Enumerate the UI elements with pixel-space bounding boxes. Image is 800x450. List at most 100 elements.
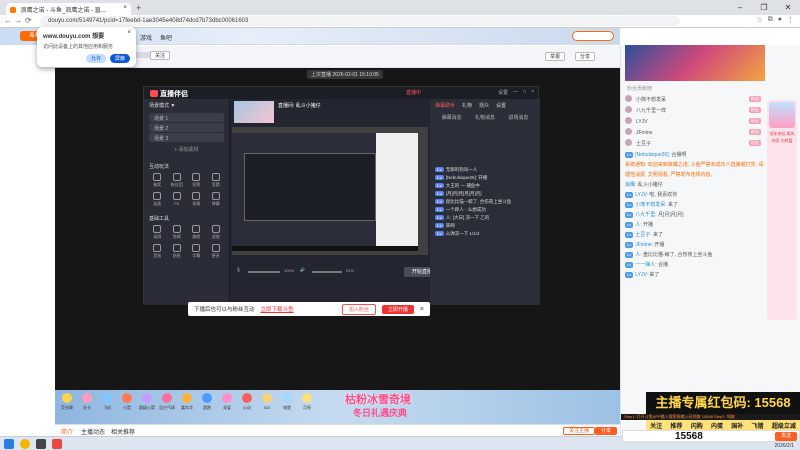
speaker-icon[interactable]: 🔊 [300,267,305,272]
tile-sticker[interactable]: 贴纸 [169,244,186,260]
tile-lottery[interactable]: 抽奖 [149,173,166,189]
popup-close-icon[interactable]: × [127,30,131,36]
rank-row[interactable]: JFmine 粉丝 [625,128,765,138]
rank-row[interactable]: LYJV 粉丝 [625,117,765,127]
follow-button-small[interactable]: 关注 [150,51,171,60]
profile-icon[interactable]: ● [778,16,782,24]
search-input[interactable] [572,31,614,41]
tab-intro[interactable]: 简介 [61,427,73,436]
extensions-icon[interactable]: ⧉ [768,16,773,24]
scene-item[interactable]: 场景 1 [149,113,224,122]
back-icon[interactable]: ← [4,16,12,25]
gift-item[interactable]: 月亮 [297,393,317,411]
gift-item[interactable]: 告白气球 [157,393,177,411]
nav-item[interactable]: 鱼吧 [160,33,172,42]
rank-row[interactable]: 八九千里一样 粉丝 [625,106,765,116]
follow-streamer-button[interactable]: 关注主播 [563,427,596,435]
room-cover-thumbnail[interactable] [234,101,274,123]
chrome-icon[interactable] [20,439,30,449]
share-button[interactable]: 分享 [575,52,596,61]
rank-row[interactable]: 小熊不想发呆 粉丝 [625,95,765,105]
gift-item[interactable]: 心动 [237,393,257,411]
reload-icon[interactable]: ⟳ [25,16,32,25]
app-close-icon[interactable]: × [531,89,534,96]
gift-item[interactable]: 荧光棒 [57,393,77,411]
tile-emoji[interactable]: 表情 [188,192,205,208]
app-maximize-icon[interactable]: □ [523,89,526,96]
block-button[interactable]: 屏蔽 [109,54,130,63]
app-settings-icon[interactable]: 设置 [498,89,508,96]
nav-item[interactable]: 游戏 [140,33,152,42]
promo-strip[interactable]: 龙年夹娃 乘风 许愿 大转盘 [767,100,797,320]
tile-clip[interactable]: 剪辑 [169,225,186,241]
share-room-button[interactable]: 分享 [595,427,618,435]
join-fans-button[interactable]: 加入粉丝 [341,303,376,315]
scene-item[interactable]: 场景 3 [149,133,224,142]
tile-vote[interactable]: 投票 [188,173,205,189]
rank-row[interactable]: 土豆子 粉丝 [625,139,765,149]
minimize-icon[interactable]: – [728,0,752,15]
video-player[interactable]: 上次直播 2026-02-01 15:10:05 直播伴侣 直播中 设置 — □… [55,68,620,390]
event-banner-subtitle[interactable]: 冬日礼遇庆典 [353,406,407,419]
app-minimize-icon[interactable]: — [513,89,518,96]
add-source-button[interactable]: + 添加素材 [144,143,229,156]
forward-icon[interactable]: → [14,16,22,25]
gift-item[interactable]: 嘉年华 [177,393,197,411]
windows-start-icon[interactable] [4,439,14,449]
tab-viewers[interactable]: 观众 [479,102,489,109]
gift-item[interactable]: 办卡 [77,393,97,411]
rank-title[interactable]: 粉丝贡献榜 [625,82,765,94]
tab-dynamics[interactable]: 主播动态 [81,427,105,436]
tile-pk[interactable]: PK [169,192,186,208]
report-button[interactable]: 举报 [545,52,566,61]
scene-item[interactable]: 场景 2 [149,123,224,132]
tab-gifts[interactable]: 礼物 [462,102,472,109]
send-button[interactable]: 发送 [775,432,797,441]
mic-slider[interactable] [248,271,280,273]
close-window-icon[interactable]: ✕ [776,0,800,15]
maximize-icon[interactable]: ❐ [752,0,776,15]
game-banner[interactable] [625,45,765,81]
notice-close-icon[interactable]: × [420,306,424,313]
tile-filter[interactable]: 滤镜 [208,225,225,241]
tab-related[interactable]: 相关推荐 [111,427,135,436]
download-link[interactable]: 立即下载斗鱼 [261,305,294,313]
speaker-slider[interactable] [312,271,342,273]
tab-danmu-assistant[interactable]: 弹幕助手 [435,102,455,109]
tile-danmu[interactable]: 弹幕 [208,192,225,208]
popup-site: www.douyu.com 想要 [43,34,105,40]
gift-item[interactable]: 520 [257,393,277,410]
app-icon[interactable] [36,439,46,449]
tile-subtitle[interactable]: 字幕 [188,244,205,260]
allow-button[interactable]: 允许 [85,54,106,63]
gift-item[interactable]: 超级火箭 [137,393,157,411]
tile-more[interactable]: 更多 [208,244,225,260]
gift-item[interactable]: 宠爱 [217,393,237,411]
douyu-app-icon[interactable] [52,439,62,449]
star-icon[interactable]: ☆ [756,16,762,24]
start-live-promo-button[interactable]: 立即开播 [381,304,414,314]
new-tab-button[interactable]: + [136,3,141,13]
menu-icon[interactable]: ⋮ [787,16,794,24]
tile-sound[interactable]: 音效 [149,244,166,260]
tile-guess[interactable]: 竞猜 [208,173,225,189]
tab-close-icon[interactable]: × [123,5,127,11]
gift-item[interactable]: 火箭 [117,393,137,411]
mic-icon[interactable]: 🎙 [236,267,241,272]
assist-tab[interactable]: 弹幕消息 [442,114,462,121]
tile-record[interactable]: 录屏 [149,225,166,241]
gift-item[interactable]: 超跑 [197,393,217,411]
assist-tab[interactable]: 进场消息 [508,114,528,121]
browser-tab[interactable]: 浪鹰之诺 - 斗鱼_浪鹰之诺 - 直... × [6,3,131,15]
event-banner-title[interactable]: 枯粉冰雪奇境 [345,394,411,406]
assist-tab[interactable]: 礼物消息 [475,114,495,121]
gift-item[interactable]: 城堡 [277,393,297,411]
scene-header[interactable]: 场景模式 ▼ [144,99,229,112]
address-bar[interactable]: douyu.com/5149741/pcid=17feebd-1ae3045e4… [40,16,680,26]
tile-fans[interactable]: 粉丝团 [169,173,186,189]
tile-beauty[interactable]: 美颜 [188,225,205,241]
stream-preview[interactable] [232,127,428,255]
tab-chat-settings[interactable]: 设置 [496,102,506,109]
gift-item[interactable]: 飞机 [97,393,117,411]
tile-link[interactable]: 连麦 [149,192,166,208]
